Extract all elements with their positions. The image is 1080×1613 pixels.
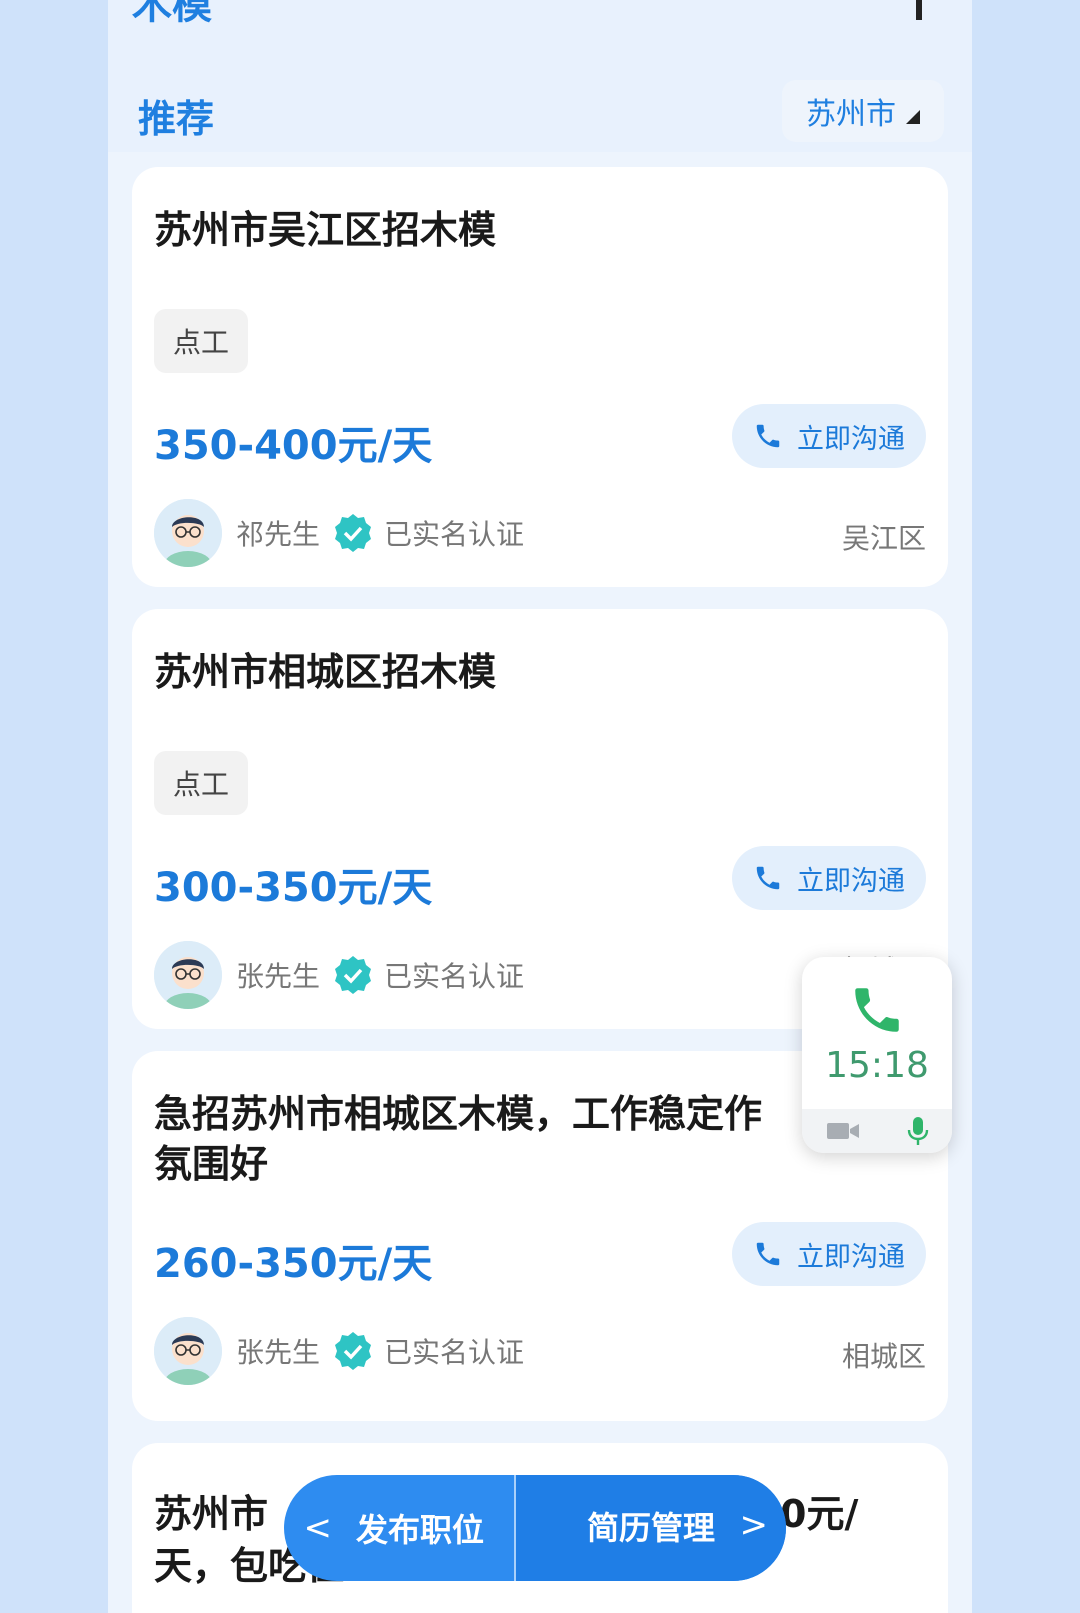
video-camera-icon[interactable] xyxy=(826,1120,860,1142)
call-controls xyxy=(802,1109,952,1153)
phone-icon xyxy=(756,866,780,890)
verified-badge-icon xyxy=(335,956,372,994)
district: 吴江区 xyxy=(841,522,926,555)
app-screen: 木模 推荐 苏州市 苏州市吴江区招木模 点工 350-400元/天 立即沟通 祁… xyxy=(108,0,972,1613)
verified-label: 已实名认证 xyxy=(384,960,525,993)
job-type-tag: 点工 xyxy=(154,309,248,373)
chat-now-button[interactable]: 立即沟通 xyxy=(732,1222,926,1286)
poster-info: 祁先生 已实名认证 xyxy=(154,499,524,567)
job-title: 苏州市吴江区招木模 xyxy=(154,208,497,252)
verified-badge-icon xyxy=(335,514,372,552)
chat-now-button[interactable]: 立即沟通 xyxy=(732,846,926,910)
salary: 300-350元/天 xyxy=(154,865,433,911)
dropdown-triangle-icon xyxy=(906,110,920,124)
verified-badge-icon xyxy=(335,1332,372,1370)
page-title: 木模 xyxy=(132,0,212,28)
job-title: 急招苏州市相城区木模，工作稳定作氛围好 xyxy=(154,1092,763,1186)
salary: 350-400元/天 xyxy=(154,423,433,469)
phone-icon xyxy=(756,1242,780,1266)
job-list: 苏州市吴江区招木模 点工 350-400元/天 立即沟通 祁先生 已实名认证 吴… xyxy=(108,152,972,1613)
avatar xyxy=(154,941,222,1009)
verified-label: 已实名认证 xyxy=(384,1336,525,1369)
post-job-button[interactable]: 发布职位 xyxy=(332,1505,508,1551)
job-card[interactable]: 苏州市吴江区招木模 点工 350-400元/天 立即沟通 祁先生 已实名认证 吴… xyxy=(132,167,948,587)
chat-now-label: 立即沟通 xyxy=(797,1241,905,1273)
job-type-tag: 点工 xyxy=(154,751,248,815)
tab-recommend[interactable]: 推荐 xyxy=(138,88,214,143)
phone-icon xyxy=(756,424,780,448)
chat-now-label: 立即沟通 xyxy=(797,865,905,897)
job-title-end: 0元/ xyxy=(780,1492,859,1536)
verified-label: 已实名认证 xyxy=(384,518,525,551)
salary: 260-350元/天 xyxy=(154,1241,433,1287)
job-title: 苏州市相城区招木模 xyxy=(154,650,497,694)
avatar xyxy=(154,499,222,567)
filter-header: 推荐 苏州市 xyxy=(108,70,972,154)
poster-name: 祁先生 xyxy=(236,518,321,551)
district: 相城区 xyxy=(841,1340,926,1373)
microphone-icon[interactable] xyxy=(907,1116,929,1146)
call-duration: 15:18 xyxy=(825,1045,929,1086)
poster-name: 张先生 xyxy=(236,960,321,993)
poster-info: 张先生 已实名认证 xyxy=(154,941,524,1009)
poster-info: 张先生 已实名认证 xyxy=(154,1317,524,1385)
bottom-action-bar: < 发布职位 简历管理 > xyxy=(284,1475,786,1581)
add-icon[interactable] xyxy=(916,0,922,20)
call-floating-window[interactable]: 15:18 xyxy=(802,957,952,1153)
chevron-right-icon[interactable]: > xyxy=(740,1505,769,1545)
chat-now-label: 立即沟通 xyxy=(797,423,905,455)
avatar xyxy=(154,1317,222,1385)
chat-now-button[interactable]: 立即沟通 xyxy=(732,404,926,468)
city-selector[interactable]: 苏州市 xyxy=(782,80,944,142)
chevron-left-icon[interactable]: < xyxy=(284,1508,333,1548)
job-title: 苏州市 xyxy=(154,1492,269,1536)
phone-call-icon xyxy=(855,988,899,1032)
city-label: 苏州市 xyxy=(806,97,896,132)
poster-name: 张先生 xyxy=(236,1336,321,1369)
